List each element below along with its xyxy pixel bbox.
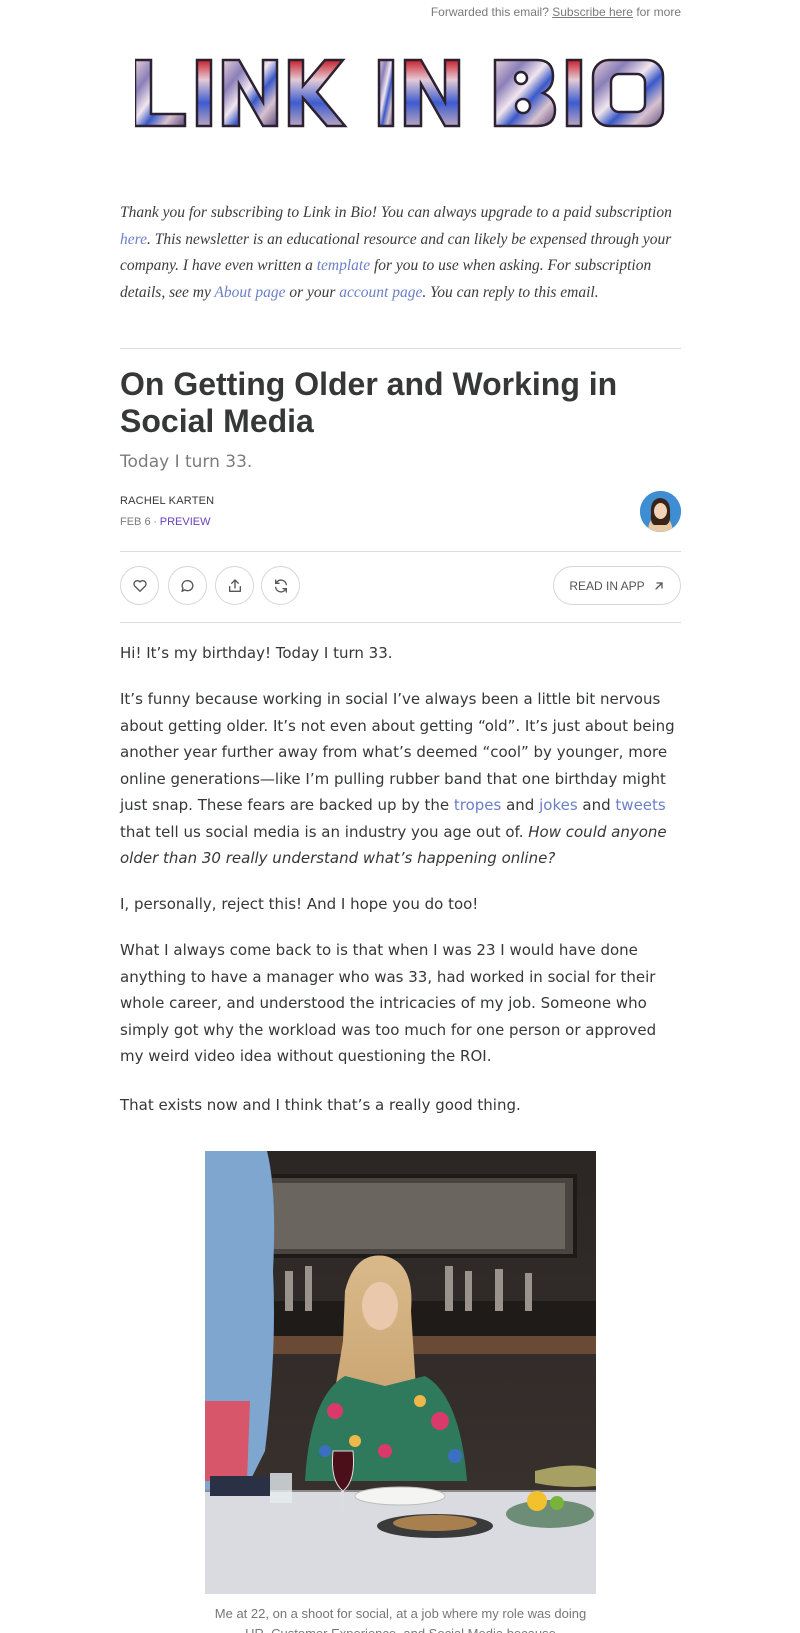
post-actions: READ IN APP <box>120 566 681 606</box>
like-button[interactable] <box>120 566 159 605</box>
article-photo[interactable] <box>205 1151 596 1594</box>
author-avatar[interactable] <box>640 491 681 532</box>
post-date: FEB 6 <box>120 516 151 528</box>
share-button[interactable] <box>215 566 254 605</box>
share-icon <box>228 578 241 592</box>
post-dateline: FEB 6 ∙ PREVIEW <box>120 516 211 528</box>
arrow-up-right-icon <box>655 581 663 590</box>
account-page-link[interactable]: account page <box>339 284 422 301</box>
comment-icon <box>180 579 193 592</box>
forward-notice: Forwarded this email? Subscribe here for… <box>431 5 681 19</box>
read-in-app-button[interactable]: READ IN APP <box>553 566 681 605</box>
jokes-link[interactable]: jokes <box>539 796 578 814</box>
divider <box>120 551 681 552</box>
paragraph: That exists now and I think that’s a rea… <box>120 1096 521 1114</box>
about-page-link[interactable]: About page <box>214 284 285 301</box>
link-in-bio-logo[interactable] <box>135 56 665 130</box>
paragraph: I, personally, reject this! And I hope y… <box>120 895 479 913</box>
author-name[interactable]: RACHEL KARTEN <box>120 495 681 507</box>
preview-badge: PREVIEW <box>159 516 211 528</box>
upgrade-link[interactable]: here <box>120 231 147 248</box>
tropes-link[interactable]: tropes <box>454 796 501 814</box>
restack-icon <box>274 578 287 593</box>
heart-icon <box>132 579 147 592</box>
post-subtitle: Today I turn 33. <box>120 452 253 472</box>
forward-suffix: for more <box>636 5 681 19</box>
subscription-intro: Thank you for subscribing to Link in Bio… <box>120 204 672 301</box>
comment-button[interactable] <box>168 566 207 605</box>
photo-caption: Me at 22, on a shoot for social, at a jo… <box>214 1606 587 1633</box>
restack-button[interactable] <box>261 566 300 605</box>
read-in-app-label: READ IN APP <box>569 578 645 593</box>
divider <box>120 622 681 623</box>
divider <box>120 348 681 349</box>
post-title[interactable]: On Getting Older and Working in Social M… <box>120 366 681 440</box>
paragraph: What I always come back to is that when … <box>120 941 657 1065</box>
forward-prefix: Forwarded this email? <box>430 5 549 19</box>
paragraph: Hi! It’s my birthday! Today I turn 33. <box>120 644 393 662</box>
paragraph: It’s funny because working in social I’v… <box>120 690 675 867</box>
template-link[interactable]: template <box>317 257 370 274</box>
subscribe-link[interactable]: Subscribe here <box>552 5 633 19</box>
tweets-link[interactable]: tweets <box>615 796 665 814</box>
